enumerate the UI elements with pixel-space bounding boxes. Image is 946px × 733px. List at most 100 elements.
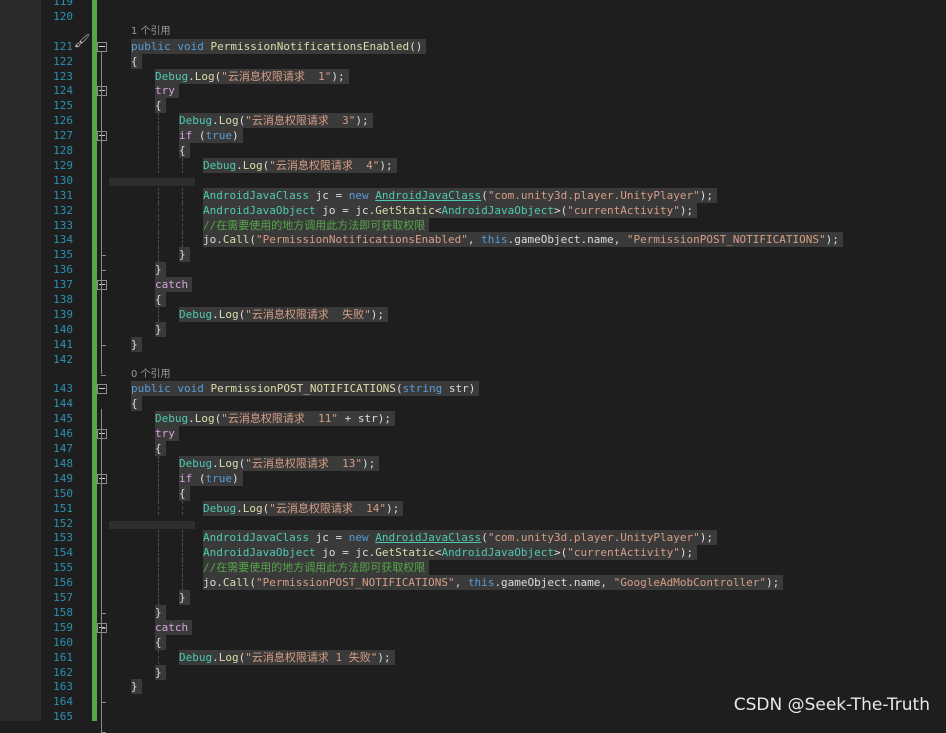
indent-guide xyxy=(158,575,159,590)
line-number: 159 xyxy=(53,620,73,634)
code-token: "云消息权限请求 14" xyxy=(269,501,386,515)
line-number: 147 xyxy=(53,442,73,455)
line-number: 141 xyxy=(53,337,73,351)
references-codelens[interactable]: 1 个引用 xyxy=(131,24,171,39)
code-line[interactable]: AndroidJavaObject jo = jc.GetStatic<Andr… xyxy=(203,202,698,218)
code-token: "云消息权限请求 13" xyxy=(245,456,362,470)
code-line[interactable]: } xyxy=(155,604,166,620)
code-token: string xyxy=(402,382,443,396)
indent-guide xyxy=(182,530,183,546)
code-line[interactable]: if (true) xyxy=(179,128,243,144)
code-token: AndroidJavaClass xyxy=(203,531,309,545)
code-token: ); xyxy=(699,188,713,202)
line-number: 136 xyxy=(53,263,73,277)
collapse-toggle-icon[interactable] xyxy=(97,473,107,484)
code-line[interactable]: } xyxy=(131,336,142,352)
code-line[interactable]: Debug.Log("云消息权限请求 14"); xyxy=(203,500,404,516)
line-number: 142 xyxy=(53,352,73,366)
code-line[interactable]: AndroidJavaObject jo = jc.GetStatic<Andr… xyxy=(203,545,698,561)
code-line[interactable]: { xyxy=(155,634,166,650)
code-token: ( xyxy=(395,382,403,396)
code-line[interactable]: public void PermissionNotificationsEnabl… xyxy=(131,38,427,54)
code-token: .gameObject.name, xyxy=(507,233,627,247)
code-line[interactable]: } xyxy=(155,664,166,680)
code-token: new xyxy=(348,531,369,545)
outlining-margin[interactable] xyxy=(97,0,109,733)
code-token: "云消息权限请求 1 失败" xyxy=(245,650,378,664)
code-line[interactable]: catch xyxy=(155,277,193,293)
line-number: 135 xyxy=(53,248,73,262)
code-line[interactable]: { xyxy=(131,396,142,412)
code-token: "currentActivity" xyxy=(567,546,680,560)
code-line[interactable]: } xyxy=(179,247,190,263)
code-token: ); xyxy=(377,650,391,664)
code-editor[interactable]: 119 120 121 122 123 124 125 126 127 128 129 130 131 1… xyxy=(0,0,946,733)
code-token: ( xyxy=(481,531,488,545)
code-line[interactable]: public void PermissionPOST_NOTIFICATIONS… xyxy=(131,381,480,397)
code-line[interactable]: } xyxy=(155,321,166,337)
fold-region-end xyxy=(101,612,106,614)
code-token: void xyxy=(177,382,204,396)
code-line[interactable]: //在需要使用的地方调用此方法即可获取权限 xyxy=(203,217,430,233)
collapse-toggle-icon[interactable] xyxy=(97,384,107,395)
line-number: 150 xyxy=(53,486,73,500)
code-line[interactable]: AndroidJavaClass jc = new AndroidJavaCla… xyxy=(203,187,717,203)
code-line[interactable]: Debug.Log("云消息权限请求 失败"); xyxy=(179,306,388,322)
line-number: 154 xyxy=(53,546,73,560)
code-line[interactable]: { xyxy=(179,485,190,501)
code-line[interactable]: Debug.Log("云消息权限请求 1"); xyxy=(155,68,349,84)
code-token: ); xyxy=(355,114,369,128)
references-codelens[interactable]: 0 个引用 xyxy=(131,367,171,382)
code-line[interactable]: //在需要使用的地方调用此方法即可获取权限 xyxy=(203,560,430,576)
indent-guide xyxy=(158,128,159,143)
code-line[interactable]: try xyxy=(155,426,179,442)
line-number: 164 xyxy=(53,695,73,709)
code-line[interactable]: Debug.Log("云消息权限请求 13"); xyxy=(179,455,380,471)
code-token: Log xyxy=(242,501,263,515)
code-line[interactable]: Debug.Log("云消息权限请求 11" + str); xyxy=(155,411,395,427)
code-token: "PermissionPOST_NOTIFICATIONS" xyxy=(626,233,826,247)
code-token: jo. xyxy=(203,233,223,247)
code-token: catch xyxy=(155,278,189,292)
line-number: 120 xyxy=(53,9,73,23)
code-line[interactable]: if (true) xyxy=(179,470,243,486)
indent-guide xyxy=(158,455,159,471)
line-number: 119 xyxy=(53,0,73,8)
code-line[interactable]: try xyxy=(155,83,179,99)
code-line[interactable]: catch xyxy=(155,619,193,635)
code-token: "云消息权限请求 1" xyxy=(221,69,332,83)
code-line[interactable]: } xyxy=(155,262,166,278)
code-line[interactable]: AndroidJavaClass jc = new AndroidJavaCla… xyxy=(203,530,717,546)
line-number: 131 xyxy=(53,188,73,202)
code-line[interactable]: } xyxy=(179,590,190,605)
code-token: AndroidJavaObject xyxy=(203,203,316,217)
collapse-toggle-icon[interactable] xyxy=(97,280,107,291)
code-area[interactable]: 1 个引用 public void PermissionNotifications… xyxy=(109,0,946,721)
code-line[interactable]: { xyxy=(155,441,166,456)
code-line[interactable]: { xyxy=(131,53,142,69)
code-line[interactable]: jo.Call("PermissionPOST_NOTIFICATIONS", … xyxy=(203,575,784,591)
indent-guide xyxy=(158,500,159,516)
code-token: Log xyxy=(242,158,263,172)
code-line[interactable]: Debug.Log("云消息权限请求 1 失败"); xyxy=(179,649,395,665)
code-token: } xyxy=(155,605,162,619)
code-line[interactable]: { xyxy=(179,143,190,158)
code-token: AndroidJavaClass xyxy=(203,188,309,202)
code-token: AndroidJavaClass xyxy=(375,188,482,202)
code-line[interactable]: } xyxy=(131,679,142,695)
collapse-toggle-icon[interactable] xyxy=(97,131,107,142)
code-line[interactable]: { xyxy=(155,98,166,114)
collapse-toggle-icon[interactable] xyxy=(97,429,107,440)
collapse-toggle-icon[interactable] xyxy=(97,86,107,97)
code-line[interactable]: Debug.Log("云消息权限请求 4"); xyxy=(203,157,397,173)
code-line[interactable]: { xyxy=(155,292,166,307)
collapse-toggle-icon[interactable] xyxy=(97,41,107,52)
line-number: 138 xyxy=(53,293,73,306)
code-line[interactable]: jo.Call("PermissionNotificationsEnabled"… xyxy=(203,232,843,248)
code-line[interactable]: Debug.Log("云消息权限请求 3"); xyxy=(179,113,373,129)
line-number: 132 xyxy=(53,203,73,217)
code-token: "PermissionPOST_NOTIFICATIONS" xyxy=(256,576,455,590)
line-number: 123 xyxy=(53,69,73,83)
brush-icon[interactable]: 🖌 xyxy=(73,34,91,49)
code-token: this xyxy=(467,576,495,590)
